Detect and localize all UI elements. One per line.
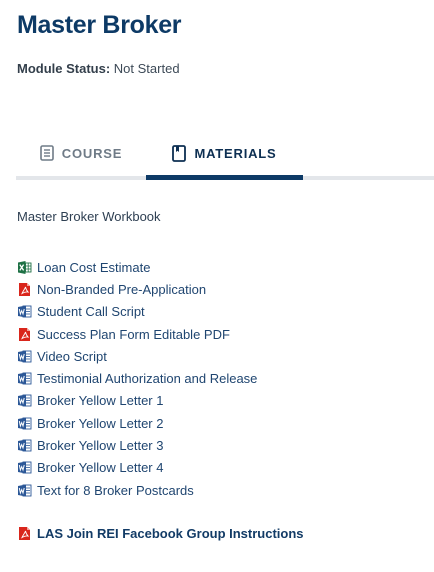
material-file-label: Loan Cost Estimate — [37, 259, 151, 275]
tab-materials[interactable]: MATERIALS — [146, 130, 303, 176]
materials-file-list: Loan Cost Estimate Non-Branded Pre-Applic… — [17, 256, 257, 501]
material-file-label: Broker Yellow Letter 2 — [37, 415, 164, 431]
word-icon — [18, 417, 32, 430]
module-status-value: Not Started — [113, 61, 180, 76]
word-icon — [18, 461, 32, 474]
pdf-icon — [19, 282, 30, 296]
material-file-label: Broker Yellow Letter 4 — [37, 460, 164, 476]
material-file-link[interactable]: Video Script — [17, 345, 257, 367]
word-icon — [18, 372, 32, 385]
material-file-link[interactable]: Non-Branded Pre-Application — [17, 278, 257, 300]
material-file-link[interactable]: Text for 8 Broker Postcards — [17, 479, 257, 501]
pdf-icon — [19, 527, 30, 540]
tab-active-indicator — [146, 175, 303, 180]
material-file-label: Text for 8 Broker Postcards — [37, 482, 194, 498]
material-file-link[interactable]: Broker Yellow Letter 1 — [17, 390, 257, 412]
tab-materials-label: MATERIALS — [194, 145, 277, 161]
material-file-label: Student Call Script — [37, 304, 145, 320]
material-file-label: Success Plan Form Editable PDF — [37, 326, 230, 342]
material-file-link[interactable]: Testimonial Authorization and Release — [17, 367, 257, 389]
page-title: Master Broker — [17, 11, 182, 39]
material-file-link[interactable]: Broker Yellow Letter 2 — [17, 412, 257, 434]
material-file-label: Video Script — [37, 348, 107, 364]
material-file-label: Broker Yellow Letter 1 — [37, 393, 164, 409]
word-icon — [18, 439, 32, 452]
document-icon — [39, 145, 54, 161]
material-file-link[interactable]: Broker Yellow Letter 3 — [17, 434, 257, 456]
tab-course-label: COURSE — [61, 145, 123, 161]
pdf-icon — [19, 327, 30, 341]
facebook-group-instructions-link[interactable]: LAS Join REI Facebook Group Instructions — [17, 526, 304, 541]
material-file-label: Broker Yellow Letter 3 — [37, 438, 164, 454]
word-icon — [18, 394, 32, 407]
module-status: Module Status: Not Started — [17, 61, 180, 76]
material-file-link[interactable]: Student Call Script — [17, 301, 257, 323]
bookmark-icon — [172, 144, 187, 162]
material-file-label: Testimonial Authorization and Release — [37, 371, 258, 387]
material-file-link[interactable]: Broker Yellow Letter 4 — [17, 457, 257, 479]
tab-course[interactable]: COURSE — [16, 130, 146, 176]
excel-icon — [18, 260, 32, 274]
material-file-link[interactable]: Success Plan Form Editable PDF — [17, 323, 257, 345]
word-icon — [18, 350, 32, 363]
word-icon — [18, 484, 32, 497]
material-file-label: Non-Branded Pre-Application — [37, 281, 207, 297]
material-file-link[interactable]: Loan Cost Estimate — [17, 256, 257, 278]
word-icon — [18, 305, 32, 318]
tab-bar: COURSE MATERIALS — [16, 130, 434, 182]
module-status-label: Module Status: — [17, 61, 111, 76]
facebook-group-instructions-label: LAS Join REI Facebook Group Instructions — [37, 526, 304, 541]
workbook-link[interactable]: Master Broker Workbook — [17, 209, 161, 224]
